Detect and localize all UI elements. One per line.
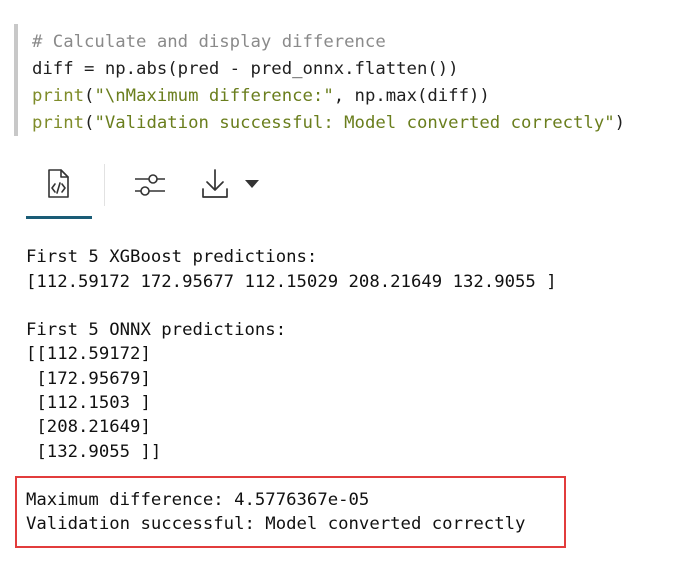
code-file-icon[interactable] (40, 166, 76, 202)
code-line-print-max: print("\nMaximum difference:", np.max(di… (32, 86, 490, 106)
code-line-print-validation: print("Validation successful: Model conv… (32, 113, 626, 133)
output-line-onnx-row: [172.95679] (26, 369, 151, 389)
output-line-onnx-row: [208.21649] (26, 417, 151, 437)
caret-down-icon[interactable] (243, 176, 261, 192)
sliders-icon[interactable] (131, 167, 169, 203)
output-line-onnx-row: [112.1503 ] (26, 393, 151, 413)
output-line-xgb-header: First 5 XGBoost predictions: (26, 247, 318, 267)
code-string: "\nMaximum difference:" (94, 86, 334, 106)
output-line-max-diff: Maximum difference: 4.5776367e-05 (26, 490, 370, 510)
output-line-onnx-row: [[112.59172] (26, 344, 151, 364)
code-line-diff: diff = np.abs(pred - pred_onnx.flatten()… (32, 59, 459, 79)
download-icon[interactable] (197, 165, 233, 203)
code-args: , np.max(diff)) (333, 86, 490, 106)
output-line-onnx-header: First 5 ONNX predictions: (26, 320, 287, 340)
code-args: ) (614, 113, 626, 133)
output-line-validation: Validation successful: Model converted c… (26, 514, 526, 534)
code-cell[interactable]: # Calculate and display difference diff … (14, 24, 668, 136)
output-line-xgb-values: [112.59172 172.95677 112.15029 208.21649… (26, 272, 557, 292)
code-keyword: print (32, 113, 85, 133)
toolbar-divider (104, 164, 105, 206)
code-line-comment: # Calculate and display difference (32, 32, 386, 52)
tab-active-indicator (26, 216, 92, 219)
code-string: "Validation successful: Model converted … (94, 113, 615, 133)
output-line-onnx-row: [132.9055 ]] (26, 442, 162, 462)
code-keyword: print (32, 86, 85, 106)
